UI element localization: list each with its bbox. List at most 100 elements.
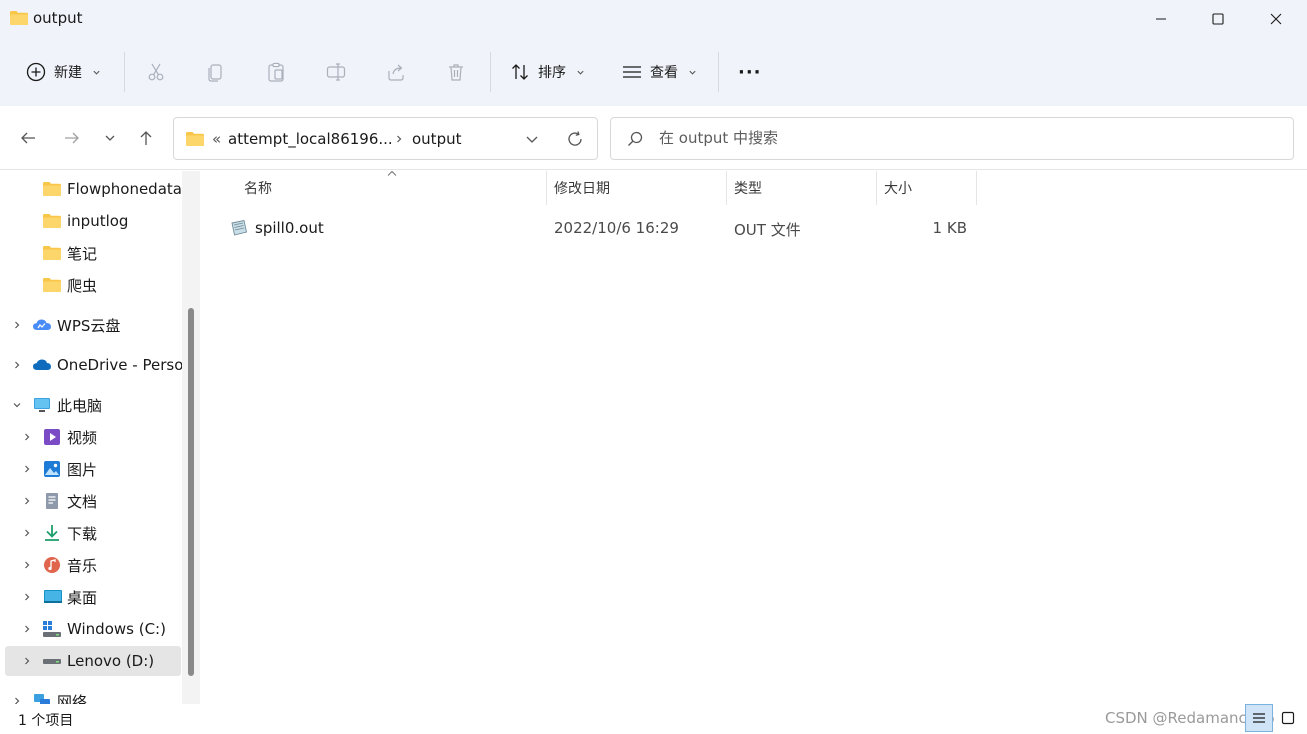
sidebar-item-pictures[interactable]: 图片 <box>0 454 182 484</box>
video-icon <box>44 429 60 445</box>
breadcrumb-item[interactable]: attempt_local86196... <box>228 130 393 148</box>
sort-button[interactable]: 排序 <box>510 54 585 90</box>
sidebar-item-network[interactable]: 网络 <box>0 686 182 704</box>
sidebar-item-desktop[interactable]: 桌面 <box>0 582 182 612</box>
column-header-label: 大小 <box>884 181 912 197</box>
sidebar-item-onedrive[interactable]: OneDrive - Perso <box>0 350 184 380</box>
sort-icon <box>512 64 528 80</box>
search-input[interactable] <box>659 126 1259 150</box>
toolbar-separator <box>718 52 719 92</box>
file-row[interactable]: spill0.out 2022/10/6 16:29 OUT 文件 1 KB <box>224 213 984 245</box>
folder-icon <box>43 246 61 260</box>
more-button[interactable]: ··· <box>738 54 762 90</box>
back-button[interactable] <box>16 126 40 150</box>
paste-button[interactable] <box>266 54 286 90</box>
onedrive-cloud-icon <box>33 359 51 370</box>
arrow-left-icon <box>21 132 35 144</box>
up-button[interactable] <box>134 126 158 150</box>
file-name: spill0.out <box>255 219 324 237</box>
sidebar-item-label: Windows (C:) <box>67 620 166 638</box>
chevron-down-icon <box>577 70 584 75</box>
chevron-right-icon[interactable] <box>22 432 32 442</box>
delete-button[interactable] <box>446 54 466 90</box>
rename-button[interactable] <box>326 54 346 90</box>
chevron-down-icon[interactable] <box>12 400 22 410</box>
maximize-icon <box>1212 13 1224 25</box>
new-button[interactable]: 新建 <box>26 54 101 90</box>
sidebar-item-wps-cloud[interactable]: WPS云盘 <box>0 310 182 340</box>
sidebar-item-drive-d[interactable]: Lenovo (D:) <box>5 646 181 676</box>
tiles-view-icon <box>1281 711 1295 725</box>
chevron-right-icon[interactable] <box>12 320 22 330</box>
folder-icon <box>43 182 61 196</box>
sidebar-scroll-thumb[interactable] <box>188 308 194 676</box>
sidebar-item-label: 笔记 <box>67 244 98 263</box>
refresh-icon[interactable] <box>566 130 584 148</box>
new-label: 新建 <box>54 65 82 81</box>
drive-icon <box>43 659 61 664</box>
breadcrumb-item[interactable]: output <box>412 130 461 148</box>
column-divider[interactable] <box>546 171 547 205</box>
minimize-button[interactable] <box>1132 0 1190 38</box>
forward-button[interactable] <box>60 126 84 150</box>
chevron-right-icon <box>397 135 402 143</box>
chevron-right-icon[interactable] <box>22 528 32 538</box>
column-divider[interactable] <box>976 171 977 205</box>
file-icon <box>231 219 248 236</box>
item-count: 1 个项目 <box>18 713 74 729</box>
address-bar[interactable]: « attempt_local86196... output <box>173 117 598 160</box>
monitor-icon <box>34 398 50 412</box>
sidebar-item-documents[interactable]: 文档 <box>0 486 182 516</box>
status-bar: 1 个项目 CSDN @Redamancy06 <box>0 704 1307 734</box>
column-header-date[interactable]: 修改日期 <box>554 171 724 205</box>
search-box[interactable] <box>610 117 1294 160</box>
document-icon <box>46 493 58 509</box>
column-header-size[interactable]: 大小 <box>884 171 974 205</box>
close-icon <box>1270 13 1282 25</box>
breadcrumb-overflow[interactable]: « <box>212 130 221 148</box>
details-view-button[interactable] <box>1245 704 1273 732</box>
sidebar-item-label: OneDrive - Perso <box>57 356 184 374</box>
sidebar-item-downloads[interactable]: 下载 <box>0 518 182 548</box>
minimize-icon <box>1156 18 1166 20</box>
more-label: ··· <box>738 61 762 83</box>
recent-locations-button[interactable] <box>98 126 122 150</box>
share-button[interactable] <box>386 54 406 90</box>
arrow-up-icon <box>140 131 152 145</box>
chevron-right-icon[interactable] <box>22 560 32 570</box>
cut-button[interactable] <box>146 54 166 90</box>
chevron-down-icon <box>105 135 115 141</box>
chevron-right-icon[interactable] <box>22 464 32 474</box>
column-divider[interactable] <box>726 171 727 205</box>
sidebar-item-notes[interactable]: 笔记 <box>0 238 182 268</box>
view-button[interactable]: 查看 <box>622 54 697 90</box>
chevron-right-icon[interactable] <box>22 496 32 506</box>
chevron-right-icon[interactable] <box>22 624 32 634</box>
chevron-right-icon[interactable] <box>12 360 22 370</box>
command-bar: 新建 排序 查看 ··· <box>0 44 1307 100</box>
sidebar-item-this-pc[interactable]: 此电脑 <box>0 390 182 420</box>
sidebar-item-music[interactable]: 音乐 <box>0 550 182 580</box>
tiles-view-button[interactable] <box>1274 704 1302 732</box>
sidebar-item-videos[interactable]: 视频 <box>0 422 182 452</box>
close-button[interactable] <box>1247 0 1305 38</box>
sidebar-item-label: 音乐 <box>67 556 98 575</box>
chevron-right-icon[interactable] <box>12 696 22 704</box>
sidebar-item-drive-c[interactable]: Windows (C:) <box>0 614 182 644</box>
column-header-name[interactable]: 名称 <box>244 171 544 205</box>
sidebar-item-label: 桌面 <box>67 588 98 607</box>
column-divider[interactable] <box>876 171 877 205</box>
chevron-down-icon[interactable] <box>524 131 540 147</box>
column-header-type[interactable]: 类型 <box>734 171 874 205</box>
sidebar-item-label: Flowphonedata <box>67 180 182 198</box>
copy-button[interactable] <box>206 54 226 90</box>
sidebar-item-inputlog[interactable]: inputlog <box>0 206 182 236</box>
maximize-button[interactable] <box>1189 0 1247 38</box>
chevron-right-icon[interactable] <box>22 656 32 666</box>
sidebar-item-flowphonedata[interactable]: Flowphonedata <box>0 174 182 204</box>
window-title: output <box>33 9 83 27</box>
view-lines-icon <box>623 66 641 78</box>
chevron-right-icon[interactable] <box>22 592 32 602</box>
search-icon <box>628 131 643 146</box>
sidebar-item-crawler[interactable]: 爬虫 <box>0 270 182 300</box>
